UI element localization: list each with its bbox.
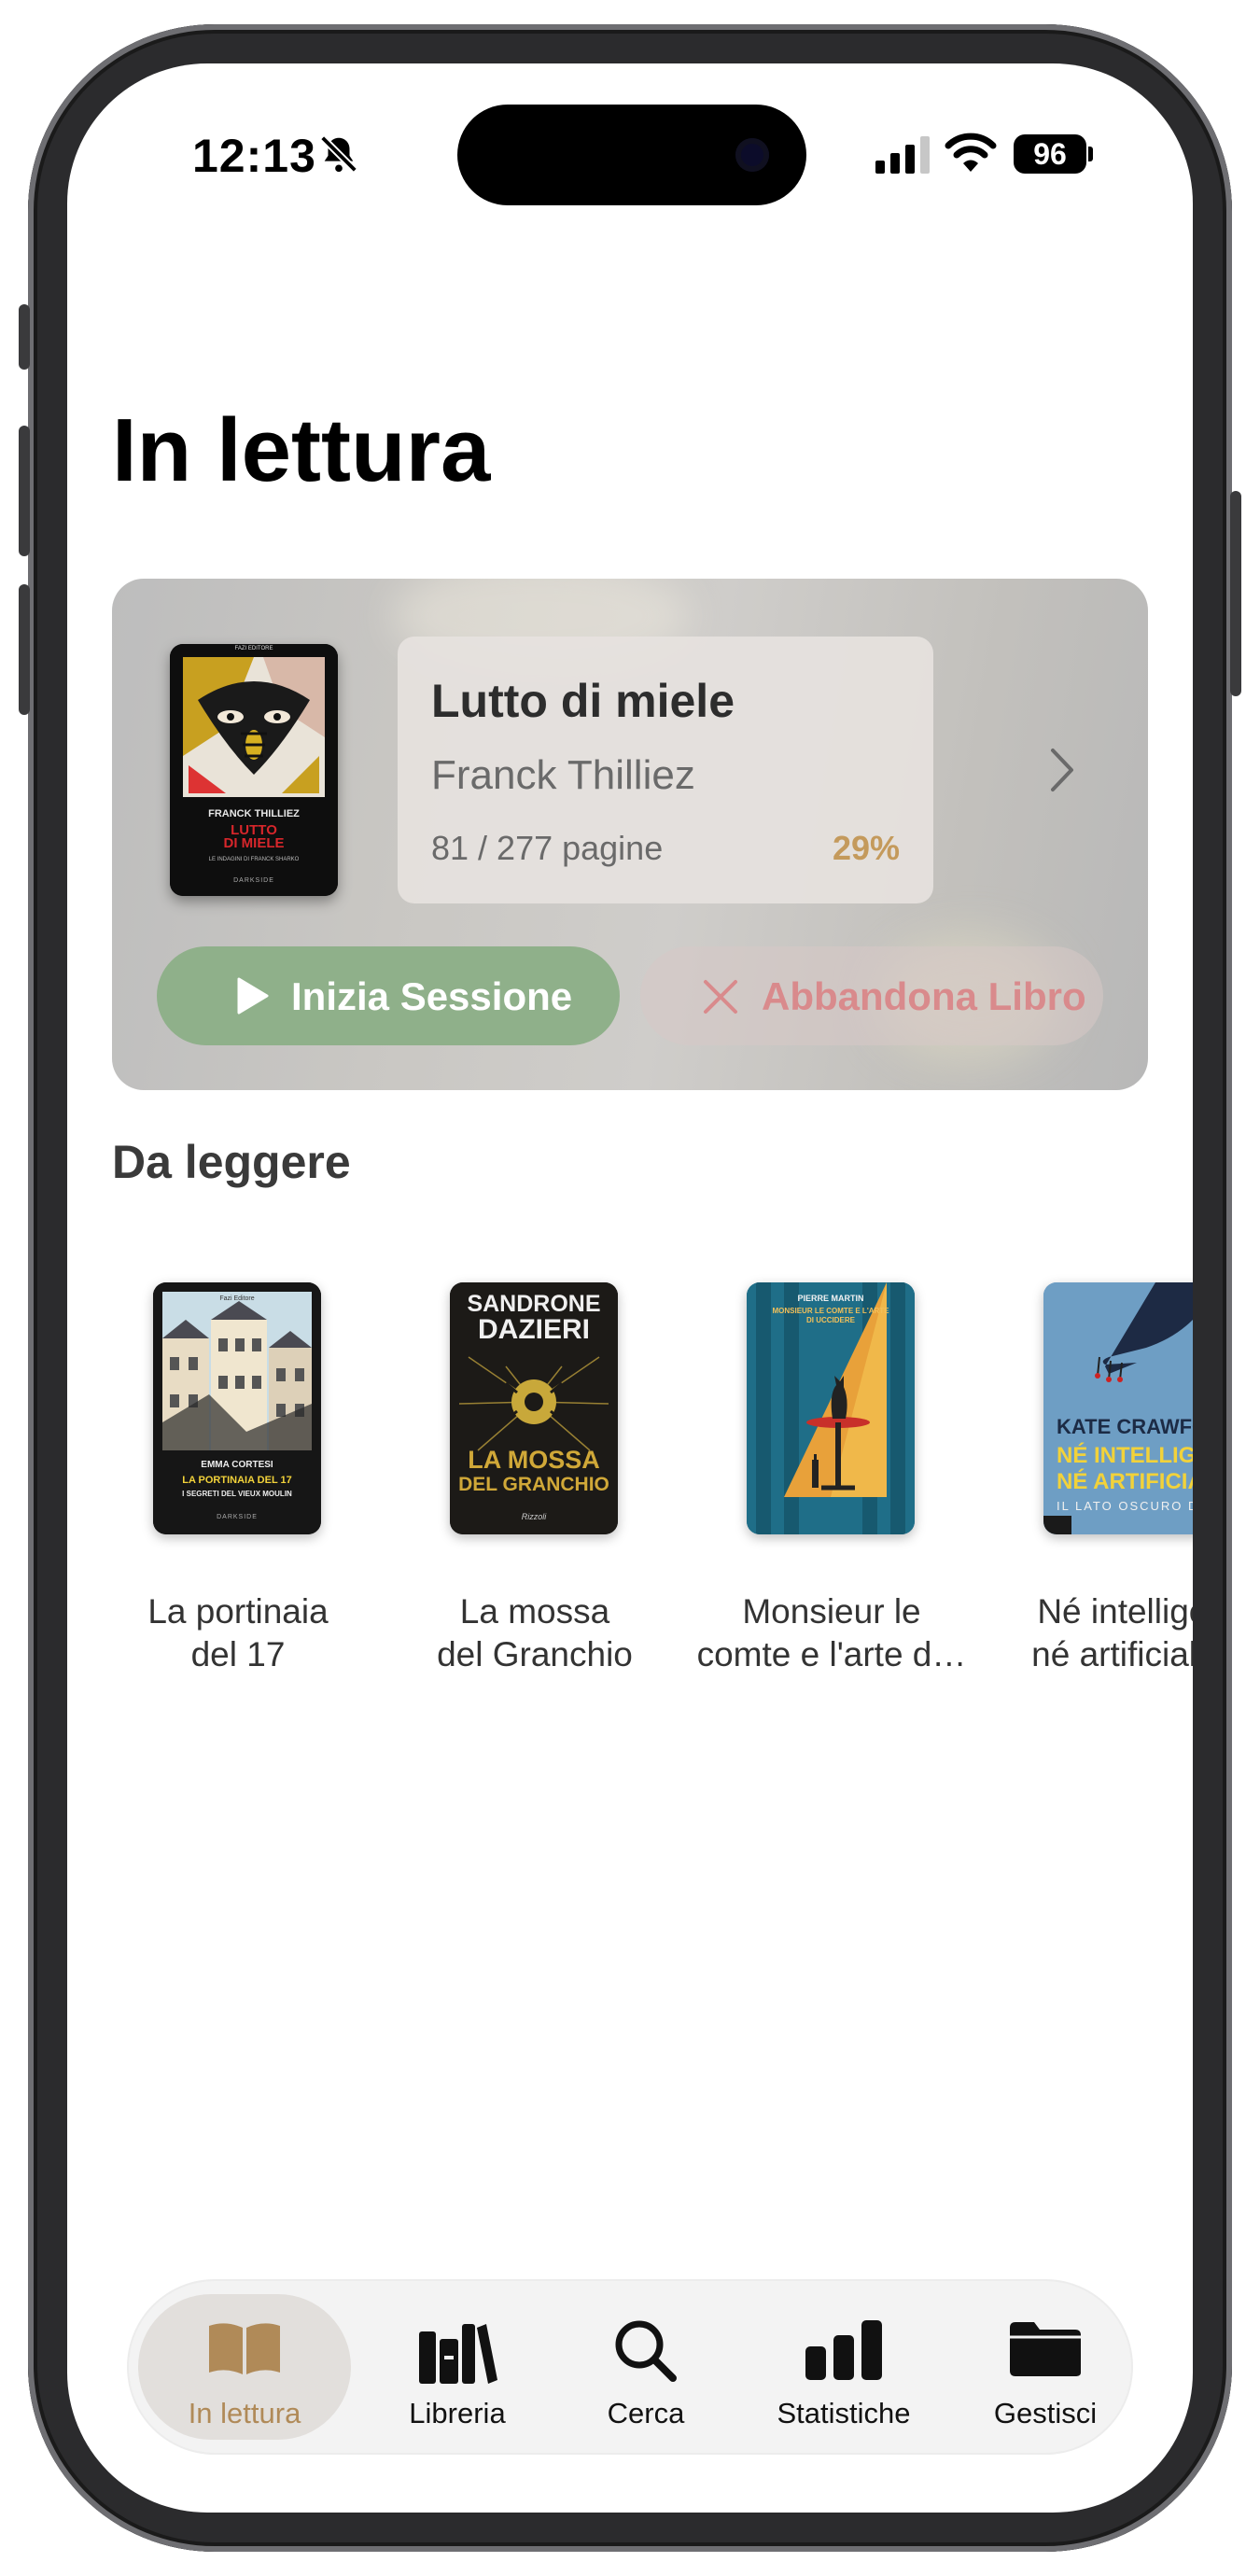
- cover-imprint: DARKSIDE: [217, 1514, 258, 1520]
- tab-gestisci[interactable]: Gestisci: [939, 2294, 1152, 2440]
- status-time: 12:13: [192, 130, 316, 182]
- book-label: La mossa del Granchio: [437, 1592, 633, 1673]
- close-icon: [704, 980, 737, 1014]
- current-book-cover[interactable]: FRANCK THILLIEZ LUTTO DI MIELE LE INDAGI…: [170, 644, 338, 896]
- abandon-book-label: Abbandona Libro: [762, 974, 1086, 1018]
- tab-in-lettura[interactable]: In lettura: [138, 2294, 351, 2440]
- cover-author: PIERRE MARTIN: [797, 1294, 864, 1303]
- to-read-section-title: Da leggere: [112, 1136, 351, 1188]
- cover-publisher: Rizzoli: [521, 1512, 547, 1521]
- chevron-right-icon[interactable]: [1047, 747, 1075, 793]
- cover-imprint: DARKSIDE: [233, 877, 274, 884]
- battery-icon: 96: [1014, 134, 1086, 174]
- folder-icon: [1010, 2322, 1081, 2376]
- cover-title-line: DI MIELE: [223, 835, 285, 851]
- tab-libreria[interactable]: Libreria: [351, 2294, 564, 2440]
- tab-label: Gestisci: [993, 2397, 1098, 2429]
- wifi-icon: [945, 133, 997, 172]
- screen: 12:13 96 In lettura FRANCK THILLIEZ LUTT…: [67, 63, 1193, 2513]
- book-cover[interactable]: KATE CRAWFORD NÉ INTELLIGENTI NÉ ARTIFIC…: [1043, 1282, 1193, 1534]
- tab-cerca[interactable]: Cerca: [539, 2294, 752, 2440]
- cover-author-line: DAZIERI: [478, 1314, 590, 1345]
- cover-title: LA PORTINAIA DEL 17: [182, 1475, 292, 1486]
- cover-title-line: LA MOSSA: [468, 1446, 600, 1474]
- camera-icon: [735, 138, 769, 172]
- book-label: La portinaia del 17: [147, 1592, 329, 1673]
- start-session-label: Inizia Sessione: [291, 974, 573, 1018]
- volume-down-button: [19, 584, 30, 715]
- current-book-card[interactable]: FRANCK THILLIEZ LUTTO DI MIELE LE INDAGI…: [112, 579, 1148, 1090]
- tab-label: In lettura: [188, 2397, 301, 2429]
- cover-subtitle: IL LATO OSCURO DELL'I: [1057, 1499, 1193, 1513]
- search-icon: [615, 2320, 677, 2382]
- cover-title: MONSIEUR LE COMTE E L'ARTE DI UCCIDERE: [772, 1307, 889, 1324]
- cover-title-line: NÉ INTELLIGENTI: [1057, 1443, 1193, 1468]
- battery-tip: [1088, 147, 1093, 161]
- cover-author-line: SANDRONE: [467, 1291, 601, 1317]
- cover-publisher: FAZI EDITORE: [234, 646, 273, 651]
- status-bar: 12:13 96: [67, 63, 1193, 205]
- volume-up-button: [19, 426, 30, 556]
- tab-label: Cerca: [607, 2397, 685, 2429]
- book-cover[interactable]: Fazi Editore EMMA CORTESI LA PORTINAIA D…: [153, 1282, 321, 1534]
- bell-slash-icon: [320, 135, 357, 173]
- tab-label: Statistiche: [777, 2397, 911, 2429]
- cover-subtitle: I SEGRETI DEL VIEUX MOULIN: [182, 1490, 292, 1498]
- cover-author: KATE CRAWFORD: [1057, 1415, 1193, 1438]
- books-icon: [419, 2324, 497, 2384]
- cover-publisher: Fazi Editore: [219, 1295, 255, 1302]
- cover-author: EMMA CORTESI: [201, 1460, 273, 1470]
- cover-title-line: DEL GRANCHIO: [458, 1474, 609, 1495]
- book-author: Franck Thilliez: [431, 752, 695, 798]
- book-pages: 81 / 277 pagine: [431, 829, 664, 867]
- book-progress-percent: 29%: [832, 829, 900, 867]
- book-title: Lutto di miele: [431, 675, 735, 727]
- play-icon: [237, 977, 269, 1015]
- open-book-icon: [209, 2323, 280, 2374]
- book-cover[interactable]: PIERRE MARTIN MONSIEUR LE COMTE E L'ARTE…: [747, 1282, 915, 1534]
- tab-statistiche[interactable]: Statistiche: [737, 2294, 950, 2440]
- cover-artwork: [1043, 1282, 1193, 1534]
- book-info-box[interactable]: Lutto di miele Franck Thilliez 81 / 277 …: [398, 637, 933, 903]
- cover-subtitle: LE INDAGINI DI FRANCK SHARKO: [208, 857, 300, 862]
- chart-icon: [805, 2320, 882, 2380]
- tab-bar: In lettura Libreria Cerca Statistiche Ge…: [129, 2281, 1131, 2453]
- book-label: Né intelliger né artificiale.: [1031, 1592, 1193, 1673]
- cover-author: FRANCK THILLIEZ: [208, 808, 300, 819]
- start-session-button[interactable]: Inizia Sessione: [157, 946, 620, 1045]
- power-button: [1230, 491, 1241, 696]
- silent-switch: [19, 304, 30, 370]
- abandon-book-button[interactable]: Abbandona Libro: [640, 946, 1103, 1045]
- page-title: In lettura: [112, 400, 491, 500]
- book-cover[interactable]: SANDRONE DAZIERI LA MOSSA DEL GRANCHIO R…: [450, 1282, 618, 1534]
- tab-label: Libreria: [409, 2397, 506, 2429]
- book-label: Monsieur le comte e l'arte d…: [696, 1592, 967, 1673]
- cover-title-line: NÉ ARTIFICIALI: [1057, 1469, 1193, 1494]
- signal-icon: [875, 136, 930, 174]
